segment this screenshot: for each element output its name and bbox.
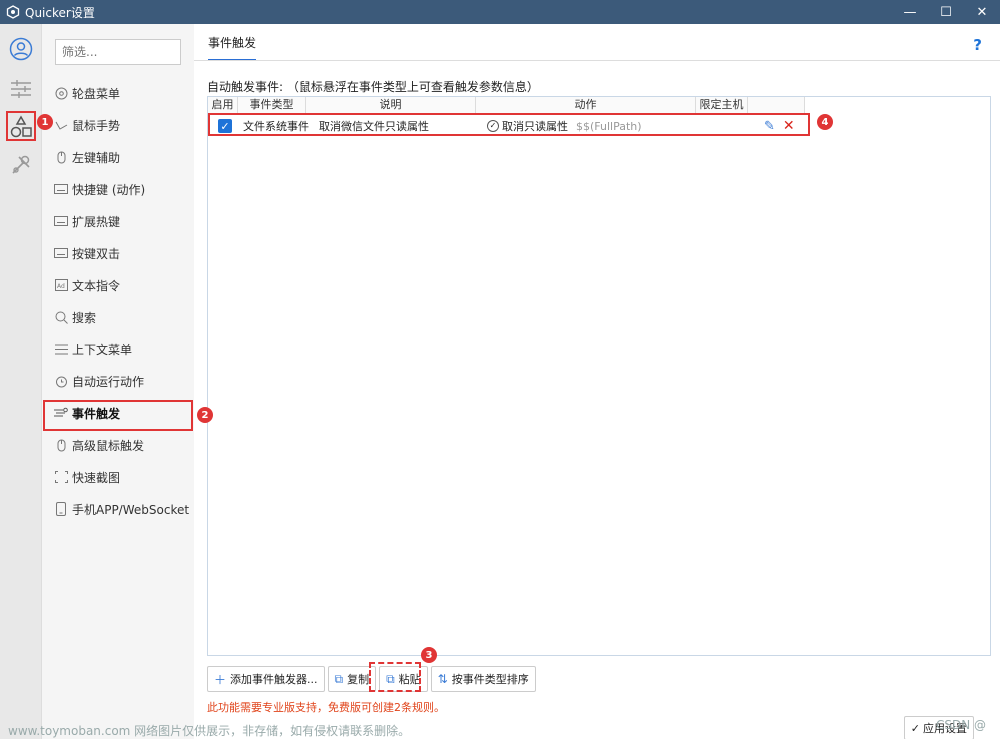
pro-notice: 此功能需要专业版支持，免费版可创建2条规则。: [207, 701, 445, 714]
sort-icon: ⇅: [437, 672, 448, 686]
nav-item-hotkey-action[interactable]: 快捷键 (动作): [42, 174, 194, 204]
nav-item-label: 左键辅助: [72, 150, 121, 165]
annotation-badge-2: 2: [197, 407, 213, 423]
quicker-logo-icon: [6, 5, 20, 19]
annotation-badge-4: 4: [817, 114, 833, 130]
help-icon[interactable]: ?: [973, 36, 982, 54]
gesture-icon: [54, 118, 68, 132]
text-command-icon: Ad: [54, 278, 68, 292]
nav-item-auto-run-action[interactable]: 自动运行动作: [42, 366, 194, 396]
nav-item-key-double-press[interactable]: 按键双击: [42, 238, 194, 268]
nav-item-context-menu[interactable]: 上下文菜单: [42, 334, 194, 364]
nav-item-label: 扩展热键: [72, 214, 121, 229]
menu-icon: [54, 342, 68, 356]
annotation-box-4: [208, 113, 810, 136]
maximize-button[interactable]: ☐: [928, 0, 964, 24]
nav-item-mobile-app-websocket[interactable]: 手机APP/WebSocket: [42, 494, 194, 524]
nav-item-label: 按键双击: [72, 246, 121, 261]
nav-item-label: 手机APP/WebSocket: [72, 502, 190, 517]
nav-item-mouse-gesture[interactable]: 鼠标手势: [42, 110, 194, 140]
nav-item-wheel-menu[interactable]: 轮盘菜单: [42, 78, 194, 108]
search-icon: [54, 310, 68, 324]
watermark: www.toymoban.com 网络图片仅供展示，非存储，如有侵权请联系删除。: [8, 724, 411, 738]
add-trigger-label: 添加事件触发器...: [230, 673, 318, 686]
event-trigger-table: 启用 事件类型 说明 动作 限定主机 ✓ 文件系统事件 取消微信文件只读属性 ✓…: [207, 96, 991, 656]
column-header-spacer: [748, 97, 805, 113]
column-header-host[interactable]: 限定主机: [696, 97, 748, 113]
nav-item-label: 快捷键 (动作): [72, 182, 146, 197]
settings-nav: 轮盘菜单 鼠标手势 左键辅助 快捷键 (动作) 扩展热键 按键双击 Ad 文本指…: [42, 24, 194, 739]
settings-sliders-icon[interactable]: [6, 74, 36, 104]
checkmark-icon: ✓: [910, 721, 920, 735]
minimize-button[interactable]: —: [892, 0, 928, 24]
nav-item-quick-screenshot[interactable]: 快速截图: [42, 462, 194, 492]
wheel-icon: [54, 86, 68, 100]
annotation-badge-3: 3: [421, 647, 437, 663]
copy-label: 复制: [347, 673, 370, 686]
nav-item-search[interactable]: 搜索: [42, 302, 194, 332]
keyboard-icon: [54, 182, 68, 196]
close-button[interactable]: ✕: [964, 0, 1000, 24]
mouse-icon: [54, 438, 68, 452]
copy-icon: ⧉: [334, 671, 344, 686]
nav-item-advanced-mouse-trigger[interactable]: 高级鼠标触发: [42, 430, 194, 460]
tools-icon[interactable]: [6, 150, 36, 180]
column-header-action[interactable]: 动作: [476, 97, 696, 113]
annotation-badge-1: 1: [37, 114, 53, 130]
nav-item-label: 搜索: [72, 310, 97, 325]
svg-text:Ad: Ad: [57, 283, 65, 290]
phone-icon: [54, 502, 68, 516]
sort-label: 按事件类型排序: [451, 673, 529, 686]
nav-item-label: 轮盘菜单: [72, 86, 121, 101]
watermark-csdn: CSDN @: [935, 718, 986, 732]
nav-item-label: 快速截图: [72, 470, 121, 485]
mouse-icon: [54, 150, 68, 164]
annotation-box-1: [6, 111, 36, 141]
nav-item-label: 文本指令: [72, 278, 121, 293]
keyboard-icon: [54, 214, 68, 228]
user-icon[interactable]: [6, 34, 36, 64]
nav-item-text-command[interactable]: Ad 文本指令: [42, 270, 194, 300]
screenshot-icon: [54, 470, 68, 484]
tab-divider: [194, 60, 1000, 61]
nav-item-extended-hotkey[interactable]: 扩展热键: [42, 206, 194, 236]
window-title: Quicker设置: [25, 5, 95, 20]
table-header: 启用 事件类型 说明 动作 限定主机: [208, 97, 805, 114]
keyboard-icon: [54, 246, 68, 260]
filter-input[interactable]: [55, 39, 181, 65]
nav-item-label: 上下文菜单: [72, 342, 133, 357]
sort-button[interactable]: ⇅ 按事件类型排序: [430, 666, 536, 692]
tab-event-trigger[interactable]: 事件触发: [208, 34, 257, 61]
column-header-event-type[interactable]: 事件类型: [238, 97, 306, 113]
column-header-enabled[interactable]: 启用: [208, 97, 238, 113]
section-label: 自动触发事件: （鼠标悬浮在事件类型上可查看触发参数信息）: [207, 80, 539, 94]
annotation-box-2: [43, 400, 193, 431]
annotation-box-3: [369, 662, 421, 692]
title-bar: Quicker设置 — ☐ ✕: [0, 0, 1000, 24]
nav-item-label: 高级鼠标触发: [72, 438, 145, 453]
alarm-icon: [54, 374, 68, 388]
add-trigger-button[interactable]: ＋添加事件触发器...: [207, 666, 325, 692]
nav-item-label: 鼠标手势: [72, 118, 121, 133]
nav-item-left-click-assist[interactable]: 左键辅助: [42, 142, 194, 172]
nav-item-label: 自动运行动作: [72, 374, 145, 389]
plus-icon: ＋: [214, 672, 227, 687]
column-header-description[interactable]: 说明: [306, 97, 476, 113]
